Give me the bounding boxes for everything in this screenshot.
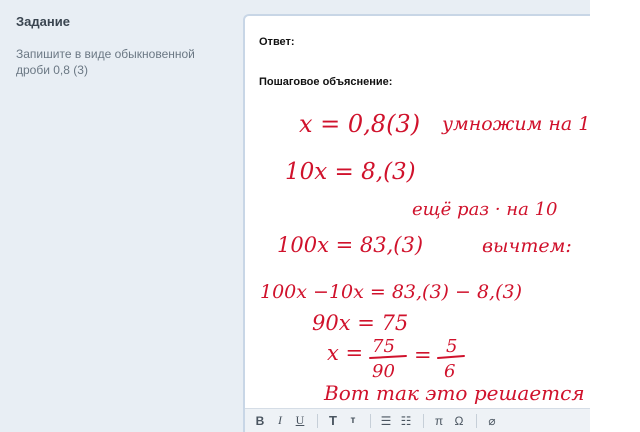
hw-line4-note: вычтем: (482, 235, 572, 257)
hw-fraction1-numerator: 75 (372, 336, 395, 357)
hw-line4-equation: 100x = 83,(3) (277, 233, 423, 257)
bullet-list-icon[interactable]: ☰ (377, 411, 395, 431)
hw-fraction2-bar (437, 355, 465, 359)
attach-icon[interactable]: ⌀ (483, 411, 501, 431)
toolbar-divider (476, 413, 477, 428)
hw-fraction2-denominator: 6 (444, 361, 455, 382)
task-text: Запишите в виде обыкновенной дроби 0,8 (… (16, 47, 195, 77)
underline-button[interactable]: U (291, 411, 309, 431)
omega-symbol-button[interactable]: Ω (450, 411, 468, 431)
editor-toolbar: B I U T т ☰ ☷ π Ω ⌀ (245, 408, 590, 432)
task-title: Задание (16, 14, 70, 29)
toolbar-divider (317, 413, 318, 428)
hw-line1-equation: x = 0,8(3) (299, 110, 420, 138)
numbered-list-icon[interactable]: ☷ (397, 411, 415, 431)
hw-line8: Вот так это решается (323, 381, 585, 405)
right-margin (590, 0, 640, 432)
hw-line7-lhs: x = (327, 341, 363, 365)
hw-line7-equals: = (414, 343, 432, 367)
font-size-small-button[interactable]: т (344, 411, 362, 431)
hw-line5: 100x −10x = 83,(3) − 8,(3) (260, 281, 522, 303)
hw-fraction1-denominator: 90 (372, 361, 395, 382)
bold-button[interactable]: B (251, 411, 269, 431)
toolbar-divider (423, 413, 424, 428)
answer-card: Ответ: Пошаговое объяснение: x = 0,8(3) … (243, 14, 590, 432)
hw-line1-note: умножим на 10 (441, 113, 590, 135)
italic-button[interactable]: I (271, 411, 289, 431)
hw-fraction2-numerator: 5 (446, 336, 457, 357)
pi-symbol-button[interactable]: π (430, 411, 448, 431)
hw-line6: 90x = 75 (312, 311, 408, 335)
toolbar-divider (370, 413, 371, 428)
task-panel: Задание Запишите в виде обыкновенной дро… (0, 0, 240, 432)
font-size-large-button[interactable]: T (324, 411, 342, 431)
hw-line3: ещё раз · на 10 (412, 199, 558, 220)
hw-line2: 10x = 8,(3) (285, 159, 416, 185)
handwritten-solution: x = 0,8(3) умножим на 10 10x = 8,(3) ещё… (260, 110, 590, 405)
